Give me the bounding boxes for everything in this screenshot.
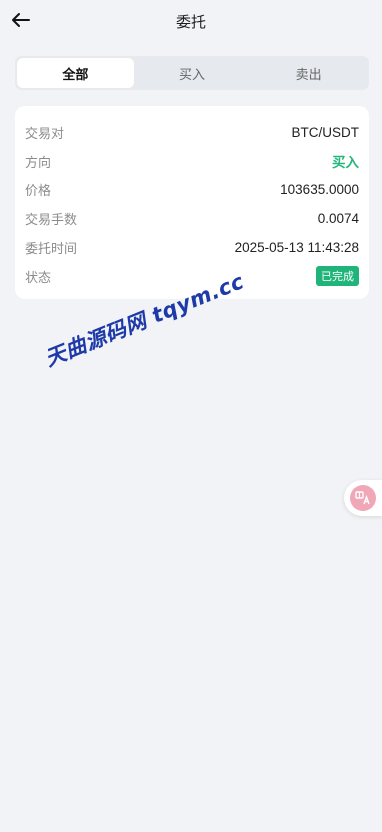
row-direction: 方向 买入: [25, 147, 359, 176]
arrow-left-icon: [12, 13, 30, 27]
pair-label: 交易对: [25, 126, 65, 142]
quantity-label: 交易手数: [25, 213, 78, 229]
status-badge: 已完成: [316, 266, 359, 287]
tab-sell[interactable]: 卖出: [250, 58, 367, 88]
price-label: 价格: [25, 184, 52, 200]
row-quantity: 交易手数 0.0074: [25, 204, 359, 233]
tab-all[interactable]: 全部: [17, 58, 134, 88]
page-title: 委托: [175, 12, 206, 31]
tab-buy[interactable]: 买入: [134, 58, 251, 88]
filter-tabs: 全部 买入 卖出: [15, 56, 369, 90]
time-value: 2025-05-13 11:43:28: [234, 240, 359, 256]
back-button[interactable]: [10, 9, 32, 31]
direction-label: 方向: [25, 155, 52, 171]
pair-value: BTC/USDT: [291, 124, 360, 140]
status-label: 状态: [25, 270, 52, 286]
row-price: 价格 103635.0000: [25, 176, 359, 205]
row-time: 委托时间 2025-05-13 11:43:28: [25, 233, 359, 262]
app-header: 委托: [0, 0, 382, 42]
quantity-value: 0.0074: [317, 211, 359, 227]
price-value: 103635.0000: [280, 182, 359, 198]
translate-icon: [350, 485, 376, 511]
row-pair: 交易对 BTC/USDT: [25, 118, 359, 147]
direction-value: 买入: [332, 155, 359, 171]
translate-float-button[interactable]: [344, 480, 382, 516]
order-card[interactable]: 交易对 BTC/USDT 方向 买入 价格 103635.0000 交易手数 0…: [15, 106, 369, 299]
time-label: 委托时间: [25, 242, 78, 258]
